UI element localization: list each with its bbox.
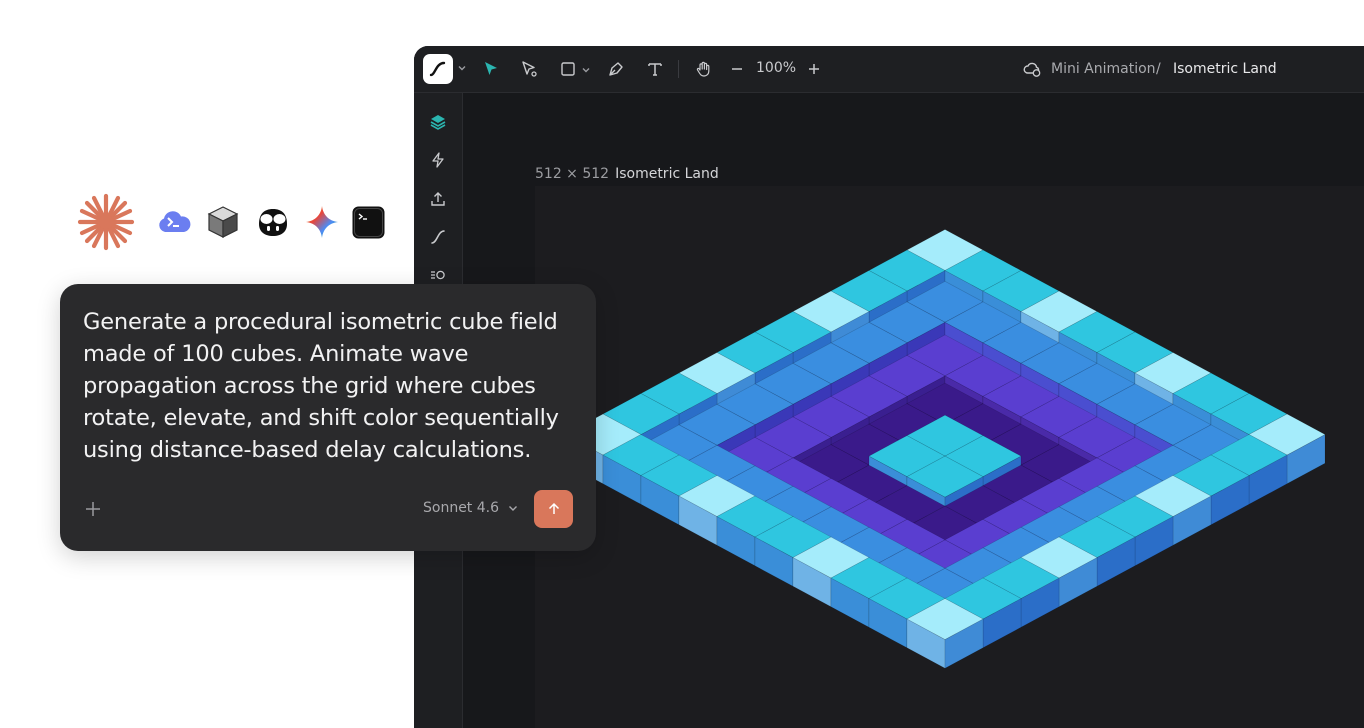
- zoom-out-icon[interactable]: [725, 57, 749, 81]
- select-arrow-icon[interactable]: [479, 57, 503, 81]
- breadcrumb-separator: /: [1156, 61, 1161, 77]
- artboard[interactable]: [535, 186, 1364, 728]
- app-menu-button[interactable]: [423, 54, 453, 84]
- hand-icon[interactable]: [692, 57, 716, 81]
- powershell-cloud-icon[interactable]: [156, 204, 192, 240]
- text-icon[interactable]: [643, 57, 667, 81]
- chevron-down-icon: [509, 506, 518, 511]
- prompt-card: Generate a procedural isometric cube fie…: [60, 284, 596, 551]
- chevron-down-icon[interactable]: [581, 65, 591, 75]
- layers-icon[interactable]: [426, 110, 450, 134]
- rectangle-icon[interactable]: [556, 57, 580, 81]
- curve-icon[interactable]: [426, 225, 450, 249]
- prompt-input[interactable]: Generate a procedural isometric cube fie…: [83, 306, 583, 466]
- chevron-down-icon[interactable]: [457, 63, 467, 73]
- toolbar: 100% Mini Animation / Isometric Land: [414, 46, 1364, 93]
- breadcrumb-file[interactable]: Isometric Land: [1173, 61, 1277, 77]
- zoom-in-icon[interactable]: [802, 57, 826, 81]
- isometric-cube-field: [564, 229, 1326, 669]
- breadcrumb-project[interactable]: Mini Animation: [1051, 61, 1156, 77]
- pen-icon[interactable]: [604, 57, 628, 81]
- arrow-up-icon: [548, 502, 559, 514]
- app-logo-icon: [429, 61, 446, 77]
- claude-icon[interactable]: [74, 190, 138, 254]
- artboard-label: 512 × 512 Isometric Land: [535, 166, 719, 182]
- artboard-name[interactable]: Isometric Land: [615, 166, 719, 182]
- model-select[interactable]: Sonnet 4.6: [423, 500, 519, 516]
- cube-icon[interactable]: [205, 204, 241, 240]
- zoom-level[interactable]: 100%: [756, 60, 796, 76]
- cloud-sync-icon[interactable]: [1022, 59, 1042, 79]
- toolbar-divider: [678, 60, 679, 78]
- lightning-icon[interactable]: [426, 148, 450, 172]
- model-select-label: Sonnet 4.6: [423, 500, 500, 516]
- node-select-icon[interactable]: [517, 57, 541, 81]
- export-icon[interactable]: [426, 187, 450, 211]
- copilot-icon[interactable]: [254, 204, 292, 240]
- send-button[interactable]: [534, 490, 573, 528]
- add-attachment-icon[interactable]: [82, 498, 104, 520]
- artboard-size: 512 × 512: [535, 166, 610, 182]
- terminal-icon[interactable]: [352, 206, 385, 239]
- gemini-icon[interactable]: [304, 204, 340, 240]
